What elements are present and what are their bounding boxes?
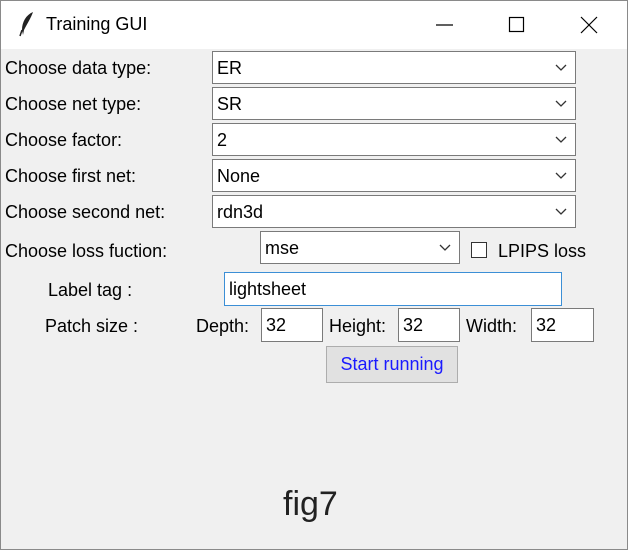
close-icon bbox=[580, 16, 598, 34]
minimize-icon bbox=[436, 24, 453, 26]
maximize-icon bbox=[508, 16, 525, 33]
chevron-down-icon bbox=[555, 208, 567, 215]
second-net-select[interactable]: rdn3d bbox=[212, 195, 576, 228]
second-net-label: Choose second net: bbox=[5, 202, 166, 222]
first-net-value: None bbox=[217, 166, 261, 186]
title-bar[interactable]: Training GUI bbox=[1, 1, 627, 49]
net-type-select[interactable]: SR bbox=[212, 87, 576, 120]
lpips-checkbox[interactable] bbox=[471, 242, 487, 258]
chevron-down-icon bbox=[555, 100, 567, 107]
net-type-label: Choose net type: bbox=[5, 94, 142, 114]
chevron-down-icon bbox=[555, 136, 567, 143]
second-net-value: rdn3d bbox=[217, 202, 264, 222]
label-tag-value: lightsheet bbox=[229, 279, 307, 299]
start-running-button[interactable]: Start running bbox=[326, 346, 458, 383]
width-input[interactable]: 32 bbox=[531, 308, 594, 342]
factor-value: 2 bbox=[217, 130, 228, 150]
maximize-button[interactable] bbox=[481, 1, 553, 49]
app-window: Training GUI Choose data type: ER Choose… bbox=[0, 0, 628, 550]
data-type-value: ER bbox=[217, 58, 243, 78]
net-type-value: SR bbox=[217, 94, 243, 114]
height-input[interactable]: 32 bbox=[398, 308, 460, 342]
start-running-label: Start running bbox=[340, 354, 444, 374]
height-value: 32 bbox=[403, 315, 424, 335]
label-tag-input[interactable]: lightsheet bbox=[224, 272, 562, 306]
figure-caption: fig7 bbox=[283, 485, 338, 523]
width-value: 32 bbox=[536, 315, 557, 335]
height-label: Height: bbox=[329, 316, 387, 336]
chevron-down-icon bbox=[555, 172, 567, 179]
depth-input[interactable]: 32 bbox=[261, 308, 323, 342]
depth-value: 32 bbox=[266, 315, 287, 335]
first-net-label: Choose first net: bbox=[5, 166, 137, 186]
loss-function-label: Choose loss fuction: bbox=[5, 241, 168, 261]
patch-size-label: Patch size : bbox=[45, 316, 139, 336]
factor-label: Choose factor: bbox=[5, 130, 123, 150]
loss-function-value: mse bbox=[265, 238, 300, 258]
lpips-label: LPIPS loss bbox=[498, 241, 587, 261]
first-net-select[interactable]: None bbox=[212, 159, 576, 192]
data-type-select[interactable]: ER bbox=[212, 51, 576, 84]
window-title: Training GUI bbox=[46, 14, 148, 34]
chevron-down-icon bbox=[439, 244, 451, 251]
loss-function-select[interactable]: mse bbox=[260, 231, 460, 264]
feather-icon bbox=[17, 11, 37, 37]
depth-label: Depth: bbox=[196, 316, 250, 336]
data-type-label: Choose data type: bbox=[5, 58, 152, 78]
factor-select[interactable]: 2 bbox=[212, 123, 576, 156]
width-label: Width: bbox=[466, 316, 518, 336]
label-tag-label: Label tag : bbox=[48, 280, 133, 300]
minimize-button[interactable] bbox=[409, 1, 481, 49]
close-button[interactable] bbox=[553, 1, 625, 49]
chevron-down-icon bbox=[555, 64, 567, 71]
